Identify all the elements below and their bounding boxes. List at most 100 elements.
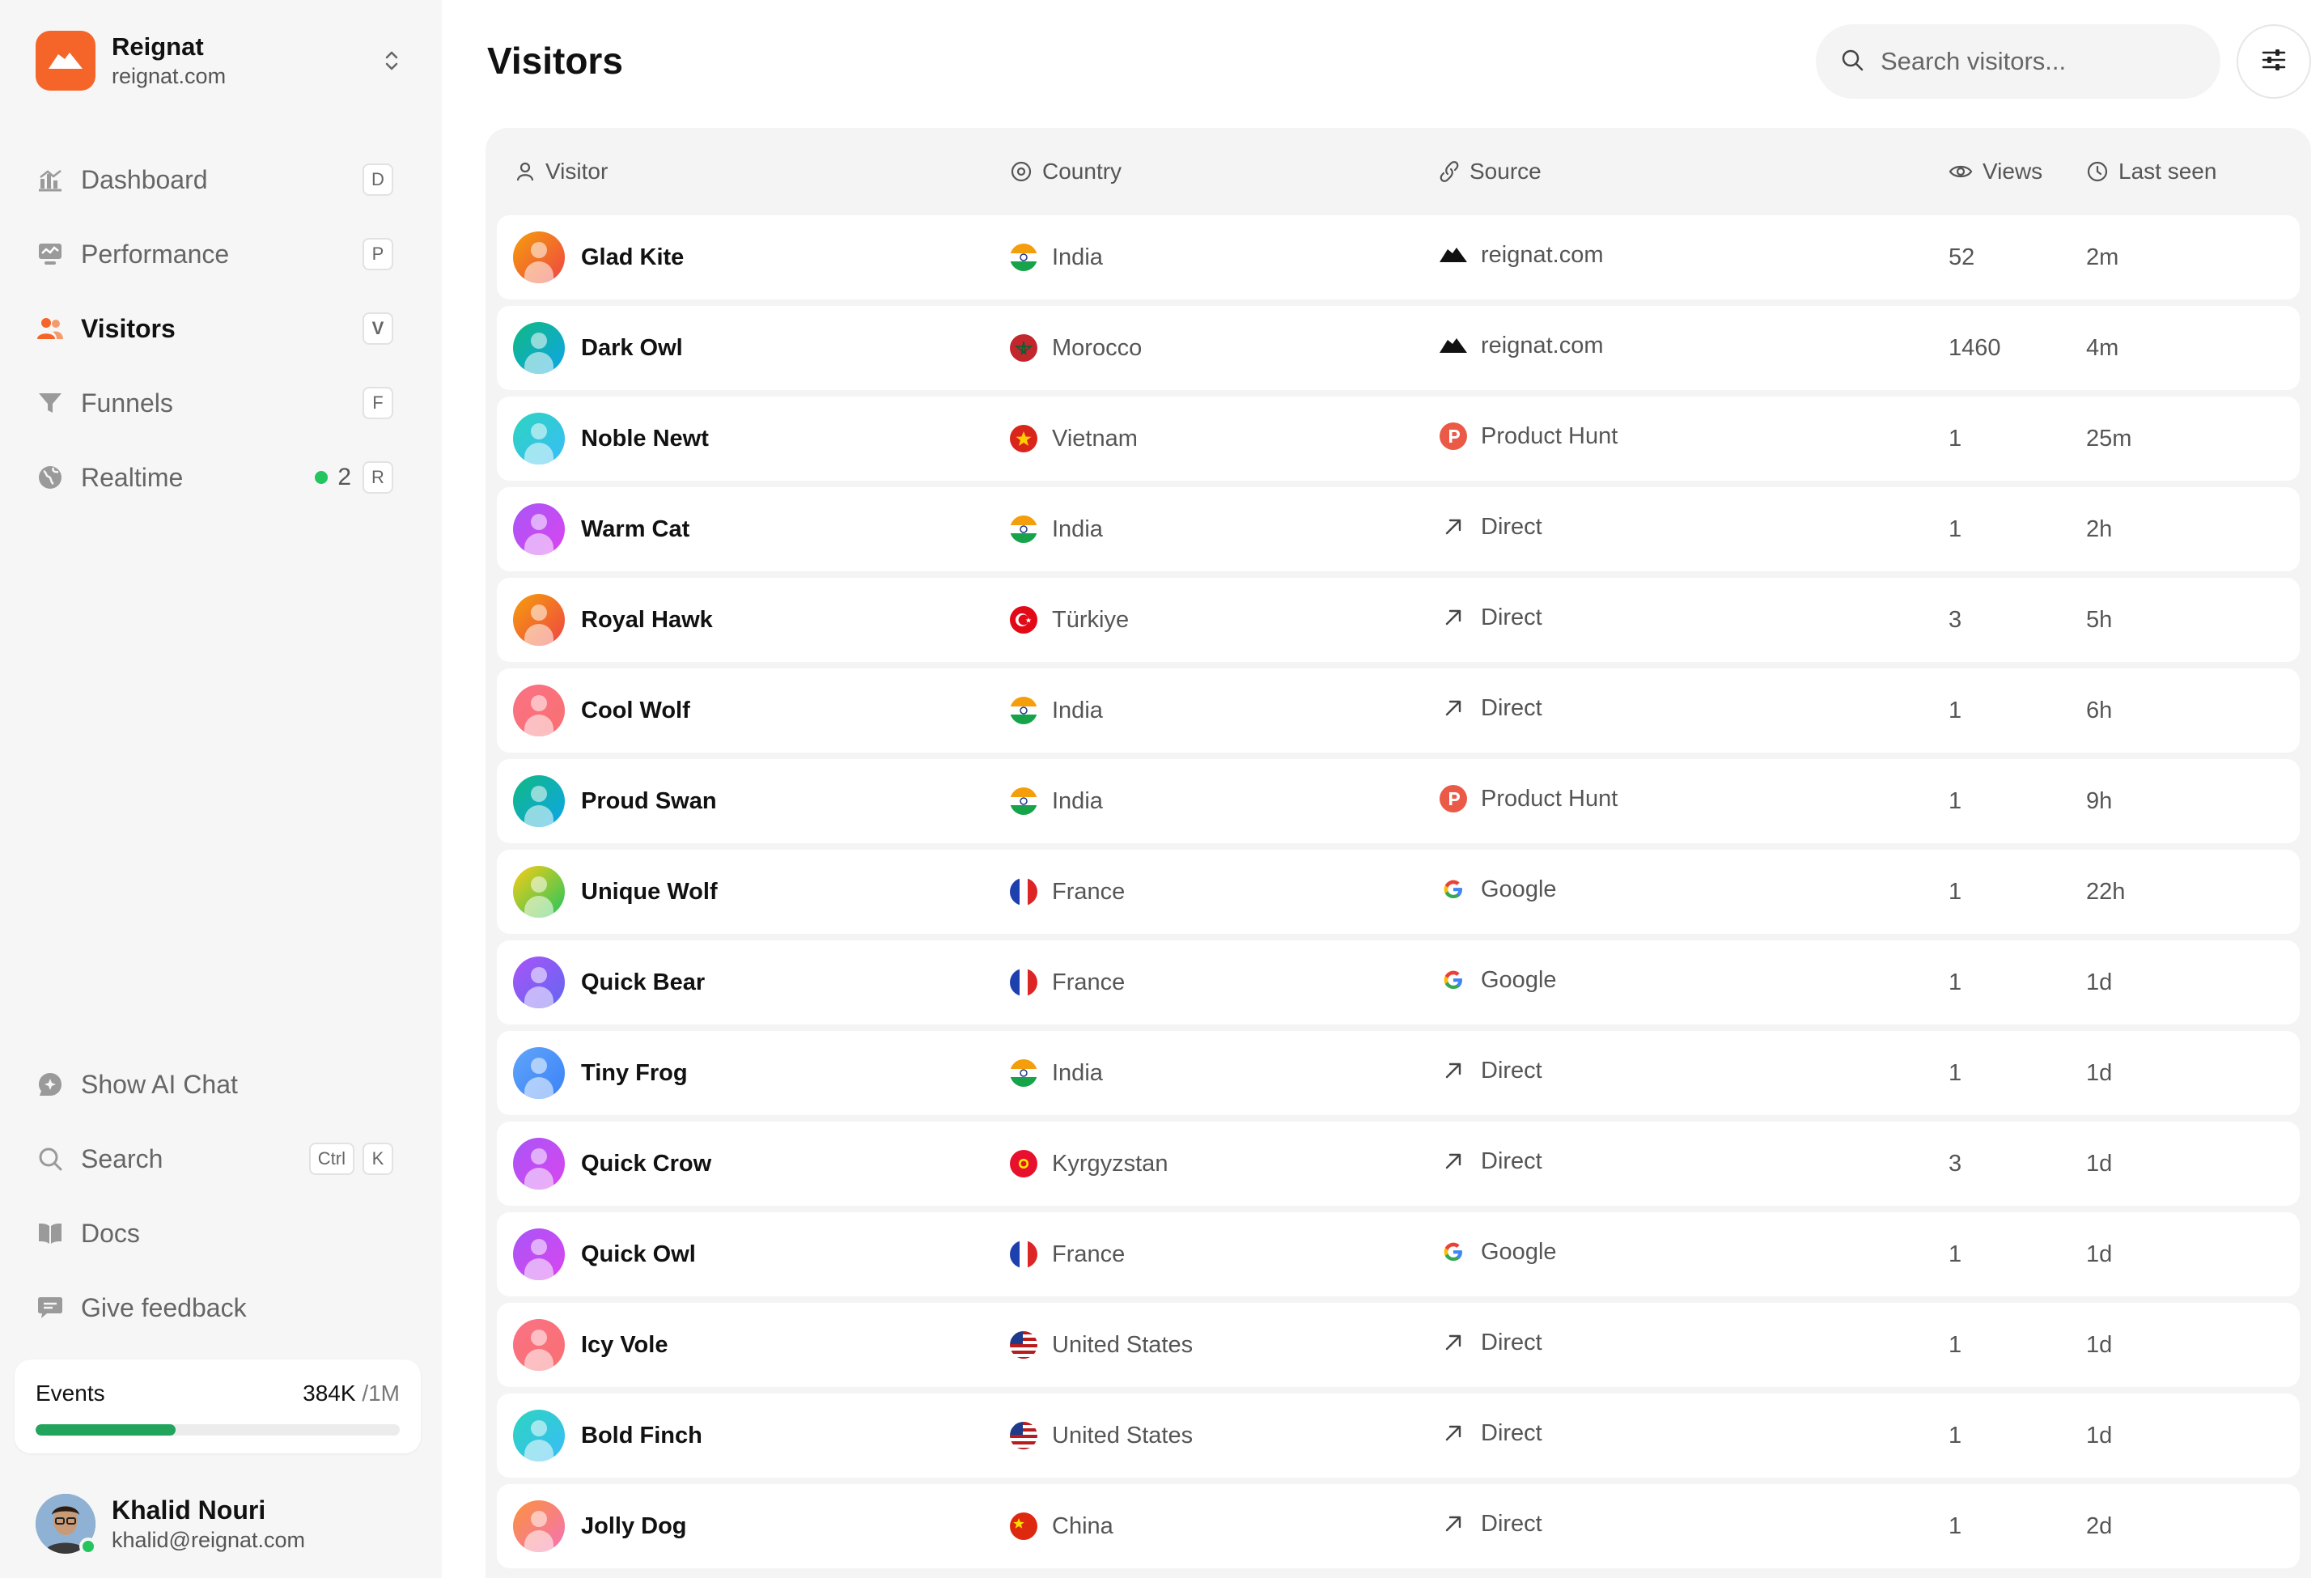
docs-link[interactable]: Docs <box>24 1201 405 1266</box>
visitor-name[interactable]: Warm Cat <box>581 516 689 543</box>
last-seen: 22h <box>2086 878 2126 905</box>
nav-item-visitors[interactable]: Visitors V <box>24 296 405 361</box>
search-input[interactable] <box>1881 47 2188 76</box>
arrow-up-right-icon <box>1439 1419 1468 1448</box>
visitor-name[interactable]: Proud Swan <box>581 788 717 815</box>
events-count: 384K /1M <box>303 1381 400 1406</box>
source-name: Google <box>1481 966 1557 993</box>
nav-label: Funnels <box>81 388 173 418</box>
search-icon <box>36 1144 65 1173</box>
table-body: Glad Kite India reignat.com 52 2m Dark Owl Mor… <box>497 215 2300 1568</box>
events-progress-bar <box>36 1424 400 1436</box>
visitor-name[interactable]: Cool Wolf <box>581 698 690 724</box>
google-icon <box>1439 875 1468 904</box>
flag-in-icon <box>1010 787 1037 815</box>
column-header-source[interactable]: Source <box>1439 159 1949 185</box>
views-count: 1 <box>1949 515 1962 542</box>
country-name: India <box>1052 1059 1103 1086</box>
search-button[interactable]: Search Ctrl K <box>24 1126 405 1191</box>
last-seen: 1d <box>2086 1331 2113 1358</box>
table-row[interactable]: Bold Finch United States Direct 1 1d <box>497 1393 2300 1478</box>
visitor-avatar <box>513 1500 565 1552</box>
user-profile[interactable]: Khalid Nouri khalid@reignat.com <box>36 1494 408 1555</box>
table-row[interactable]: Jolly Dog China Direct 1 2d <box>497 1484 2300 1568</box>
show-ai-chat-button[interactable]: Show AI Chat <box>24 1052 405 1117</box>
visitor-name[interactable]: Tiny Frog <box>581 1060 688 1087</box>
visitor-name[interactable]: Quick Bear <box>581 969 705 996</box>
views-count: 1 <box>1949 1059 1962 1086</box>
table-row[interactable]: Unique Wolf France Google 1 22h <box>497 850 2300 934</box>
last-seen: 2d <box>2086 1512 2113 1539</box>
source-name: Product Hunt <box>1481 785 1618 812</box>
views-count: 1 <box>1949 969 1962 995</box>
visitor-avatar <box>513 1319 565 1371</box>
views-count: 1 <box>1949 697 1962 723</box>
give-feedback-button[interactable]: Give feedback <box>24 1275 405 1340</box>
project-switcher[interactable]: Reignat reignat.com <box>36 31 408 91</box>
table-row[interactable]: Cool Wolf India Direct 1 6h <box>497 668 2300 753</box>
reignat-logo-icon <box>1439 331 1468 360</box>
column-header-views[interactable]: Views <box>1949 159 2086 185</box>
table-row[interactable]: Dark Owl Morocco reignat.com 1460 4m <box>497 306 2300 390</box>
table-row[interactable]: Quick Owl France Google 1 1d <box>497 1212 2300 1296</box>
filter-button[interactable] <box>2237 24 2311 99</box>
visitor-avatar <box>513 594 565 646</box>
nav-label: Search <box>81 1143 163 1173</box>
last-seen: 5h <box>2086 606 2113 633</box>
visitor-name[interactable]: Quick Crow <box>581 1151 711 1177</box>
visitor-search[interactable] <box>1816 24 2220 99</box>
visitor-name[interactable]: Unique Wolf <box>581 879 718 906</box>
views-count: 52 <box>1949 244 1975 270</box>
product-hunt-icon <box>1439 784 1468 813</box>
nav-item-realtime[interactable]: Realtime 2 R <box>24 445 405 510</box>
visitor-avatar <box>513 1228 565 1280</box>
source-name: Direct <box>1481 513 1542 540</box>
product-hunt-icon <box>1439 422 1468 451</box>
visitor-name[interactable]: Noble Newt <box>581 426 709 452</box>
visitor-name[interactable]: Icy Vole <box>581 1332 668 1359</box>
column-header-visitor[interactable]: Visitor <box>497 159 1010 185</box>
table-row[interactable]: Glad Kite India reignat.com 52 2m <box>497 215 2300 299</box>
last-seen: 1d <box>2086 1150 2113 1177</box>
visitor-name[interactable]: Glad Kite <box>581 244 684 271</box>
page-title: Visitors <box>487 40 623 82</box>
visitor-name[interactable]: Dark Owl <box>581 335 683 362</box>
visitor-avatar <box>513 231 565 283</box>
last-seen: 9h <box>2086 787 2113 814</box>
feedback-icon <box>36 1293 65 1322</box>
table-row[interactable]: Proud Swan India Product Hunt 1 9h <box>497 759 2300 843</box>
shortcut-key: P <box>363 238 393 270</box>
views-count: 3 <box>1949 1150 1962 1177</box>
nav-item-dashboard[interactable]: Dashboard D <box>24 147 405 212</box>
visitor-name[interactable]: Quick Owl <box>581 1241 696 1268</box>
eye-icon <box>1949 162 1973 181</box>
events-label: Events <box>36 1381 105 1406</box>
last-seen: 4m <box>2086 334 2119 361</box>
column-header-country[interactable]: Country <box>1010 159 1439 185</box>
table-row[interactable]: Quick Bear France Google 1 1d <box>497 940 2300 1024</box>
reignat-logo-icon <box>1439 240 1468 269</box>
table-row[interactable]: Royal Hawk Türkiye Direct 3 5h <box>497 578 2300 662</box>
visitor-name[interactable]: Jolly Dog <box>581 1513 687 1540</box>
table-row[interactable]: Noble Newt Vietnam Product Hunt 1 25m <box>497 397 2300 481</box>
visitor-name[interactable]: Bold Finch <box>581 1423 702 1449</box>
source-name: Product Hunt <box>1481 422 1618 449</box>
source-name: Direct <box>1481 604 1542 630</box>
nav-item-funnels[interactable]: Funnels F <box>24 371 405 435</box>
user-name: Khalid Nouri <box>112 1495 266 1525</box>
country-name: Vietnam <box>1052 425 1138 452</box>
bar-chart-icon <box>36 165 65 194</box>
table-row[interactable]: Warm Cat India Direct 1 2h <box>497 487 2300 571</box>
arrow-up-right-icon <box>1439 1147 1468 1176</box>
table-row[interactable]: Tiny Frog India Direct 1 1d <box>497 1031 2300 1115</box>
country-name: India <box>1052 515 1103 542</box>
last-seen: 1d <box>2086 1241 2113 1267</box>
table-row[interactable]: Icy Vole United States Direct 1 1d <box>497 1303 2300 1387</box>
column-header-last-seen[interactable]: Last seen <box>2086 159 2300 185</box>
flag-tr-icon <box>1010 606 1037 634</box>
visitor-name[interactable]: Royal Hawk <box>581 607 713 634</box>
nav-item-performance[interactable]: Performance P <box>24 222 405 286</box>
chevron-up-down-icon[interactable] <box>375 45 408 77</box>
table-row[interactable]: Quick Crow Kyrgyzstan Direct 3 1d <box>497 1122 2300 1206</box>
users-icon <box>36 314 65 343</box>
